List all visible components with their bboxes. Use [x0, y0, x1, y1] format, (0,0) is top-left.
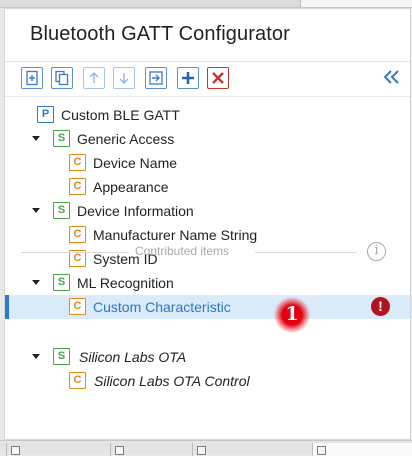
bottom-tab-active[interactable] — [312, 443, 412, 456]
tree-item-label: Generic Access — [77, 131, 175, 147]
service-badge-icon: S — [53, 130, 70, 147]
plus-icon — [182, 72, 194, 84]
title-divider — [5, 61, 410, 62]
bottom-tab[interactable] — [192, 443, 308, 456]
move-up-icon — [89, 72, 99, 83]
chevron-down-icon[interactable] — [31, 133, 41, 143]
double-chevron-left-icon — [383, 70, 399, 84]
move-down-icon — [119, 73, 129, 84]
delete-icon — [212, 72, 224, 84]
bottom-tab[interactable] — [110, 443, 188, 456]
tree-item-service-generic-access[interactable]: S Generic Access — [5, 127, 410, 151]
tree-item-label: Device Information — [77, 203, 194, 219]
active-editor-tab[interactable] — [300, 0, 412, 7]
page-title: Bluetooth GATT Configurator — [30, 23, 290, 45]
chevron-down-icon[interactable] — [31, 205, 41, 215]
gatt-configurator-panel: Bluetooth GATT Configurator P Custom BLE… — [4, 8, 411, 440]
duplicate-button[interactable] — [51, 67, 73, 89]
add-item-button[interactable] — [21, 67, 43, 89]
delete-button[interactable] — [207, 67, 229, 89]
contributed-items-divider: Contributed items i — [5, 241, 410, 263]
add-button[interactable] — [177, 67, 199, 89]
view-icon — [11, 446, 20, 455]
tree-item-label: ML Recognition — [77, 275, 174, 291]
chevron-down-icon[interactable] — [31, 277, 41, 287]
characteristic-badge-icon: C — [69, 154, 86, 171]
bottom-tab[interactable] — [6, 443, 106, 456]
tree-item-label: Custom BLE GATT — [61, 107, 180, 123]
import-icon — [149, 71, 163, 85]
tree-item-characteristic-appearance[interactable]: C Appearance — [5, 175, 410, 199]
contributed-items-label: Contributed items — [135, 244, 230, 258]
add-item-icon — [26, 70, 38, 86]
tree-item-service-silicon-labs-ota[interactable]: S Silicon Labs OTA — [5, 345, 410, 369]
characteristic-badge-icon: C — [69, 298, 86, 315]
chevron-down-icon[interactable] — [31, 351, 41, 361]
bottom-view-tabs — [0, 440, 412, 456]
tree-item-label: Device Name — [93, 155, 178, 171]
divider-line — [255, 252, 357, 253]
tree-item-label: Custom Characteristic — [93, 299, 231, 315]
import-button[interactable] — [145, 67, 167, 89]
collapse-panel-button[interactable] — [382, 67, 400, 87]
tree-item-characteristic-custom[interactable]: C Custom Characteristic ! — [5, 295, 410, 319]
divider-line — [21, 252, 129, 253]
profile-badge-icon: P — [37, 106, 54, 123]
tree-item-label: Silicon Labs OTA Control — [94, 373, 250, 389]
tree-item-characteristic-ota-control[interactable]: C Silicon Labs OTA Control — [5, 369, 410, 393]
characteristic-badge-icon: C — [69, 178, 86, 195]
view-icon — [197, 446, 206, 455]
tree-item-service-ml-recognition[interactable]: S ML Recognition — [5, 271, 410, 295]
app-window: Bluetooth GATT Configurator P Custom BLE… — [0, 0, 412, 456]
editor-tab-strip — [0, 0, 412, 8]
tree-item-service-device-information[interactable]: S Device Information — [5, 199, 410, 223]
service-badge-icon: S — [53, 348, 70, 365]
tree-item-characteristic-device-name[interactable]: C Device Name — [5, 151, 410, 175]
move-up-button[interactable] — [83, 67, 105, 89]
tree-item-profile[interactable]: P Custom BLE GATT — [5, 103, 410, 127]
view-icon — [317, 446, 326, 455]
step-marker: 1 — [274, 297, 310, 333]
tree-item-label: Silicon Labs OTA — [79, 349, 187, 365]
service-badge-icon: S — [53, 202, 70, 219]
move-down-button[interactable] — [113, 67, 135, 89]
toolbar-divider — [5, 96, 410, 97]
duplicate-icon — [55, 70, 69, 86]
step-marker-number: 1 — [285, 303, 299, 325]
view-icon — [115, 446, 124, 455]
characteristic-badge-icon: C — [69, 372, 86, 389]
info-icon[interactable]: i — [367, 242, 386, 261]
error-icon[interactable]: ! — [371, 297, 390, 316]
service-badge-icon: S — [53, 274, 70, 291]
tree-item-label: Appearance — [93, 179, 169, 195]
